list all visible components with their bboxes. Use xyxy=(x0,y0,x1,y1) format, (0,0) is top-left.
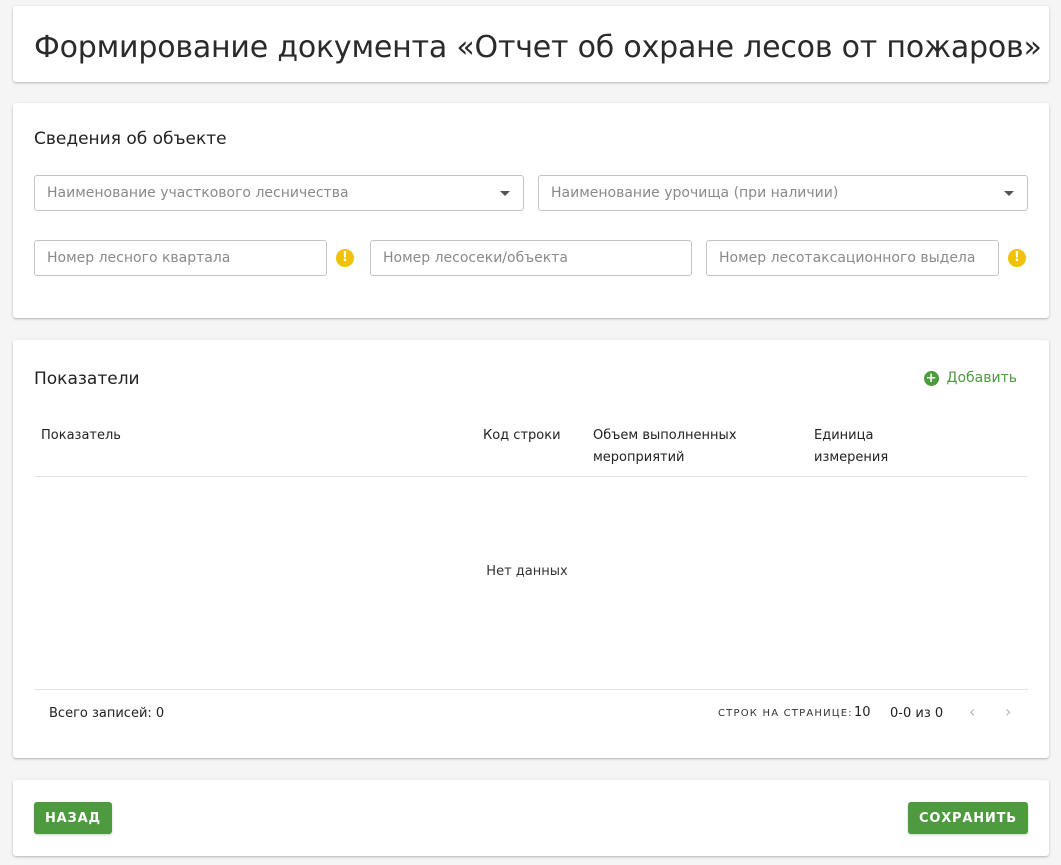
rows-per-page-label: СТРОК НА СТРАНИЦЕ: xyxy=(718,708,853,719)
back-button[interactable]: НАЗАД xyxy=(34,802,112,834)
rows-per-page-select[interactable]: 10 xyxy=(854,705,871,720)
chevron-left-icon[interactable]: ‹ xyxy=(969,702,975,721)
column-header-indicator[interactable]: Показатель xyxy=(41,425,121,447)
forest-quarter-input[interactable] xyxy=(47,242,314,274)
cutting-area-input[interactable] xyxy=(383,242,679,274)
chevron-down-icon xyxy=(1004,191,1014,196)
actions-card: НАЗАД СОХРАНИТЬ xyxy=(13,780,1049,856)
object-info-title: Сведения об объекте xyxy=(34,129,227,149)
forestry-select[interactable]: Наименование участкового лесничества xyxy=(34,175,524,211)
column-header-label: Объем выполненных xyxy=(593,428,737,443)
column-header-label: Код строки xyxy=(483,428,561,443)
tract-select[interactable]: Наименование урочища (при наличии) xyxy=(538,175,1028,211)
warning-icon: ! xyxy=(336,249,354,267)
plus-circle-icon: + xyxy=(923,370,939,386)
indicators-card: Показатели + Добавить Показатель Код стр… xyxy=(13,340,1049,758)
warning-icon: ! xyxy=(1008,249,1026,267)
column-header-unit[interactable]: Единица измерения xyxy=(814,425,888,469)
column-header-label: Единица xyxy=(814,428,874,443)
allotment-input[interactable] xyxy=(719,242,986,274)
page-title: Формирование документа «Отчет об охране … xyxy=(34,30,1042,65)
tract-select-placeholder: Наименование урочища (при наличии) xyxy=(551,185,839,201)
column-header-label: Показатель xyxy=(41,428,121,443)
column-header-label: мероприятий xyxy=(593,450,685,465)
chevron-down-icon xyxy=(500,191,510,196)
allotment-field[interactable] xyxy=(706,240,999,276)
object-info-card: Сведения об объекте Наименование участко… xyxy=(13,103,1049,318)
indicators-title: Показатели xyxy=(34,369,140,389)
table-header-divider xyxy=(34,476,1028,477)
table-footer-divider xyxy=(34,689,1028,690)
total-records: Всего записей: 0 xyxy=(49,706,165,721)
forest-quarter-field[interactable] xyxy=(34,240,327,276)
add-indicator-label: Добавить xyxy=(946,370,1017,386)
page-header-card: Формирование документа «Отчет об охране … xyxy=(13,6,1049,82)
chevron-right-icon[interactable]: › xyxy=(1005,702,1011,721)
forestry-select-placeholder: Наименование участкового лесничества xyxy=(47,185,349,201)
cutting-area-field[interactable] xyxy=(370,240,692,276)
column-header-volume[interactable]: Объем выполненных мероприятий xyxy=(593,425,737,469)
empty-table-message: Нет данных xyxy=(486,564,568,579)
pagination-range: 0-0 из 0 xyxy=(890,706,944,721)
save-button[interactable]: СОХРАНИТЬ xyxy=(908,802,1028,834)
column-header-row-code[interactable]: Код строки xyxy=(483,425,561,447)
add-indicator-button[interactable]: + Добавить xyxy=(923,370,1017,386)
column-header-label: измерения xyxy=(814,450,889,465)
